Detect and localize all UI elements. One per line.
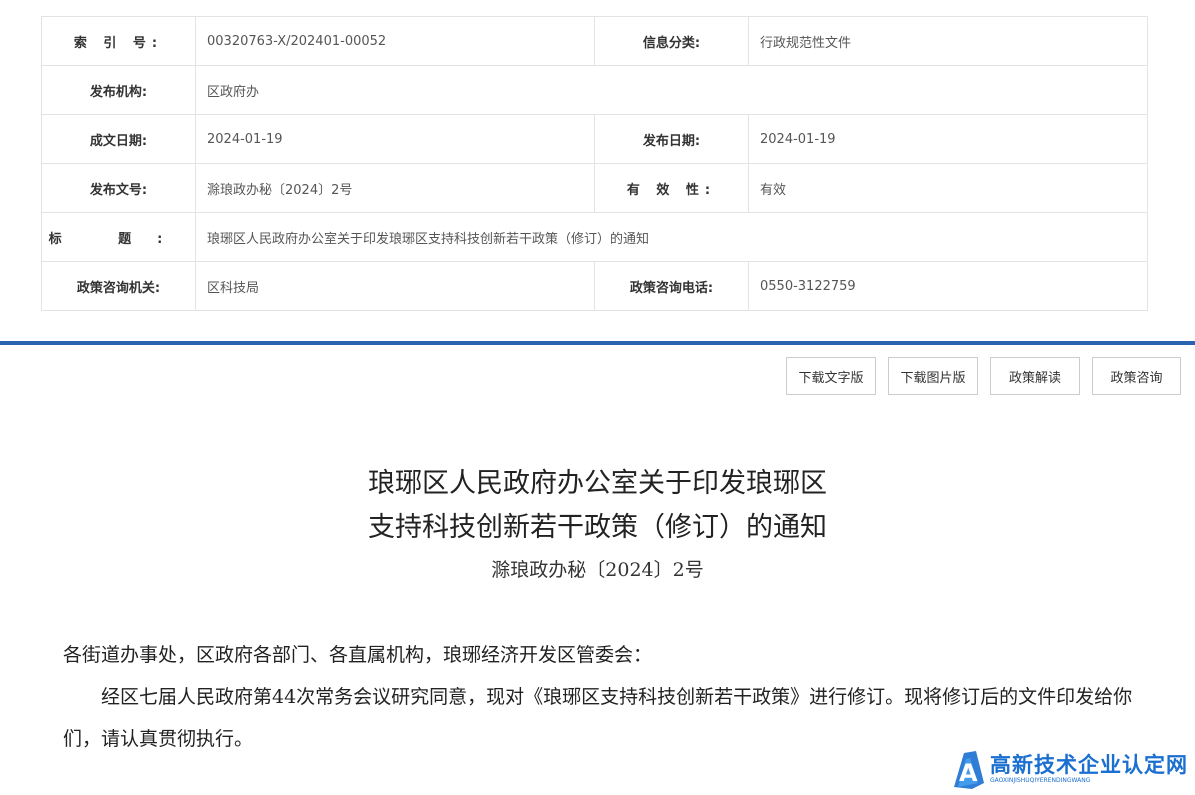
- info-category-label: 信息分类:: [594, 16, 749, 66]
- title-label: 标 题:: [41, 212, 196, 262]
- doc-number-value: 滁琅政办秘〔2024〕2号: [195, 163, 595, 213]
- document-title: 琅琊区人民政府办公室关于印发琅琊区 支持科技创新若干政策（修订）的通知: [0, 462, 1195, 550]
- meta-row-doc-number: 发布文号: 滁琅政办秘〔2024〕2号 有 效 性: 有效: [41, 163, 1148, 213]
- index-number-value: 00320763-X/202401-00052: [195, 16, 595, 66]
- watermark-name: 高新技术企业认定网: [990, 752, 1188, 777]
- validity-label: 有 效 性:: [594, 163, 749, 213]
- document-title-line-1: 琅琊区人民政府办公室关于印发琅琊区: [368, 468, 827, 499]
- consult-phone-value: 0550-3122759: [748, 261, 1148, 311]
- consult-agency-value: 区科技局: [195, 261, 595, 311]
- meta-row-publisher: 发布机构: 区政府办: [41, 65, 1148, 115]
- document-body: 各街道办事处，区政府各部门、各直属机构，琅琊经济开发区管委会： 经区七届人民政府…: [63, 634, 1138, 760]
- validity-value: 有效: [748, 163, 1148, 213]
- document-metadata-table: 索 引 号: 00320763-X/202401-00052 信息分类: 行政规…: [41, 16, 1148, 311]
- document-title-line-2: 支持科技创新若干政策（修订）的通知: [368, 512, 827, 543]
- publish-date-label: 发布日期:: [594, 114, 749, 164]
- publisher-value: 区政府办: [195, 65, 1148, 115]
- watermark-logo-icon: A: [950, 747, 986, 791]
- policy-consultation-button[interactable]: 政策咨询: [1092, 357, 1181, 395]
- publisher-label: 发布机构:: [41, 65, 196, 115]
- svg-text:A: A: [959, 759, 978, 787]
- policy-interpretation-button[interactable]: 政策解读: [990, 357, 1080, 395]
- watermark-pinyin: GAOXINJISHUQIYERENDINGWANG: [990, 776, 1091, 784]
- section-divider: [0, 341, 1195, 345]
- consult-phone-label: 政策咨询电话:: [594, 261, 749, 311]
- watermark-text: 高新技术企业认定网 GAOXINJISHUQIYERENDINGWANG: [990, 753, 1188, 785]
- document-salutation: 各街道办事处，区政府各部门、各直属机构，琅琊经济开发区管委会：: [63, 644, 653, 666]
- doc-number-label: 发布文号:: [41, 163, 196, 213]
- info-category-value: 行政规范性文件: [748, 16, 1148, 66]
- download-text-button[interactable]: 下载文字版: [786, 357, 876, 395]
- title-value: 琅琊区人民政府办公室关于印发琅琊区支持科技创新若干政策（修订）的通知: [195, 212, 1148, 262]
- meta-row-dates: 成文日期: 2024-01-19 发布日期: 2024-01-19: [41, 114, 1148, 164]
- document-number: 滁琅政办秘〔2024〕2号: [491, 559, 704, 581]
- index-number-label: 索 引 号:: [41, 16, 196, 66]
- site-watermark: A 高新技术企业认定网 GAOXINJISHUQIYERENDINGWANG: [950, 744, 1195, 793]
- written-date-label: 成文日期:: [41, 114, 196, 164]
- publish-date-value: 2024-01-19: [748, 114, 1148, 164]
- meta-row-index: 索 引 号: 00320763-X/202401-00052 信息分类: 行政规…: [41, 16, 1148, 66]
- consult-agency-label: 政策咨询机关:: [41, 261, 196, 311]
- download-image-button[interactable]: 下载图片版: [888, 357, 978, 395]
- written-date-value: 2024-01-19: [195, 114, 595, 164]
- meta-row-consultation: 政策咨询机关: 区科技局 政策咨询电话: 0550-3122759: [41, 261, 1148, 311]
- meta-row-title: 标 题: 琅琊区人民政府办公室关于印发琅琊区支持科技创新若干政策（修订）的通知: [41, 212, 1148, 262]
